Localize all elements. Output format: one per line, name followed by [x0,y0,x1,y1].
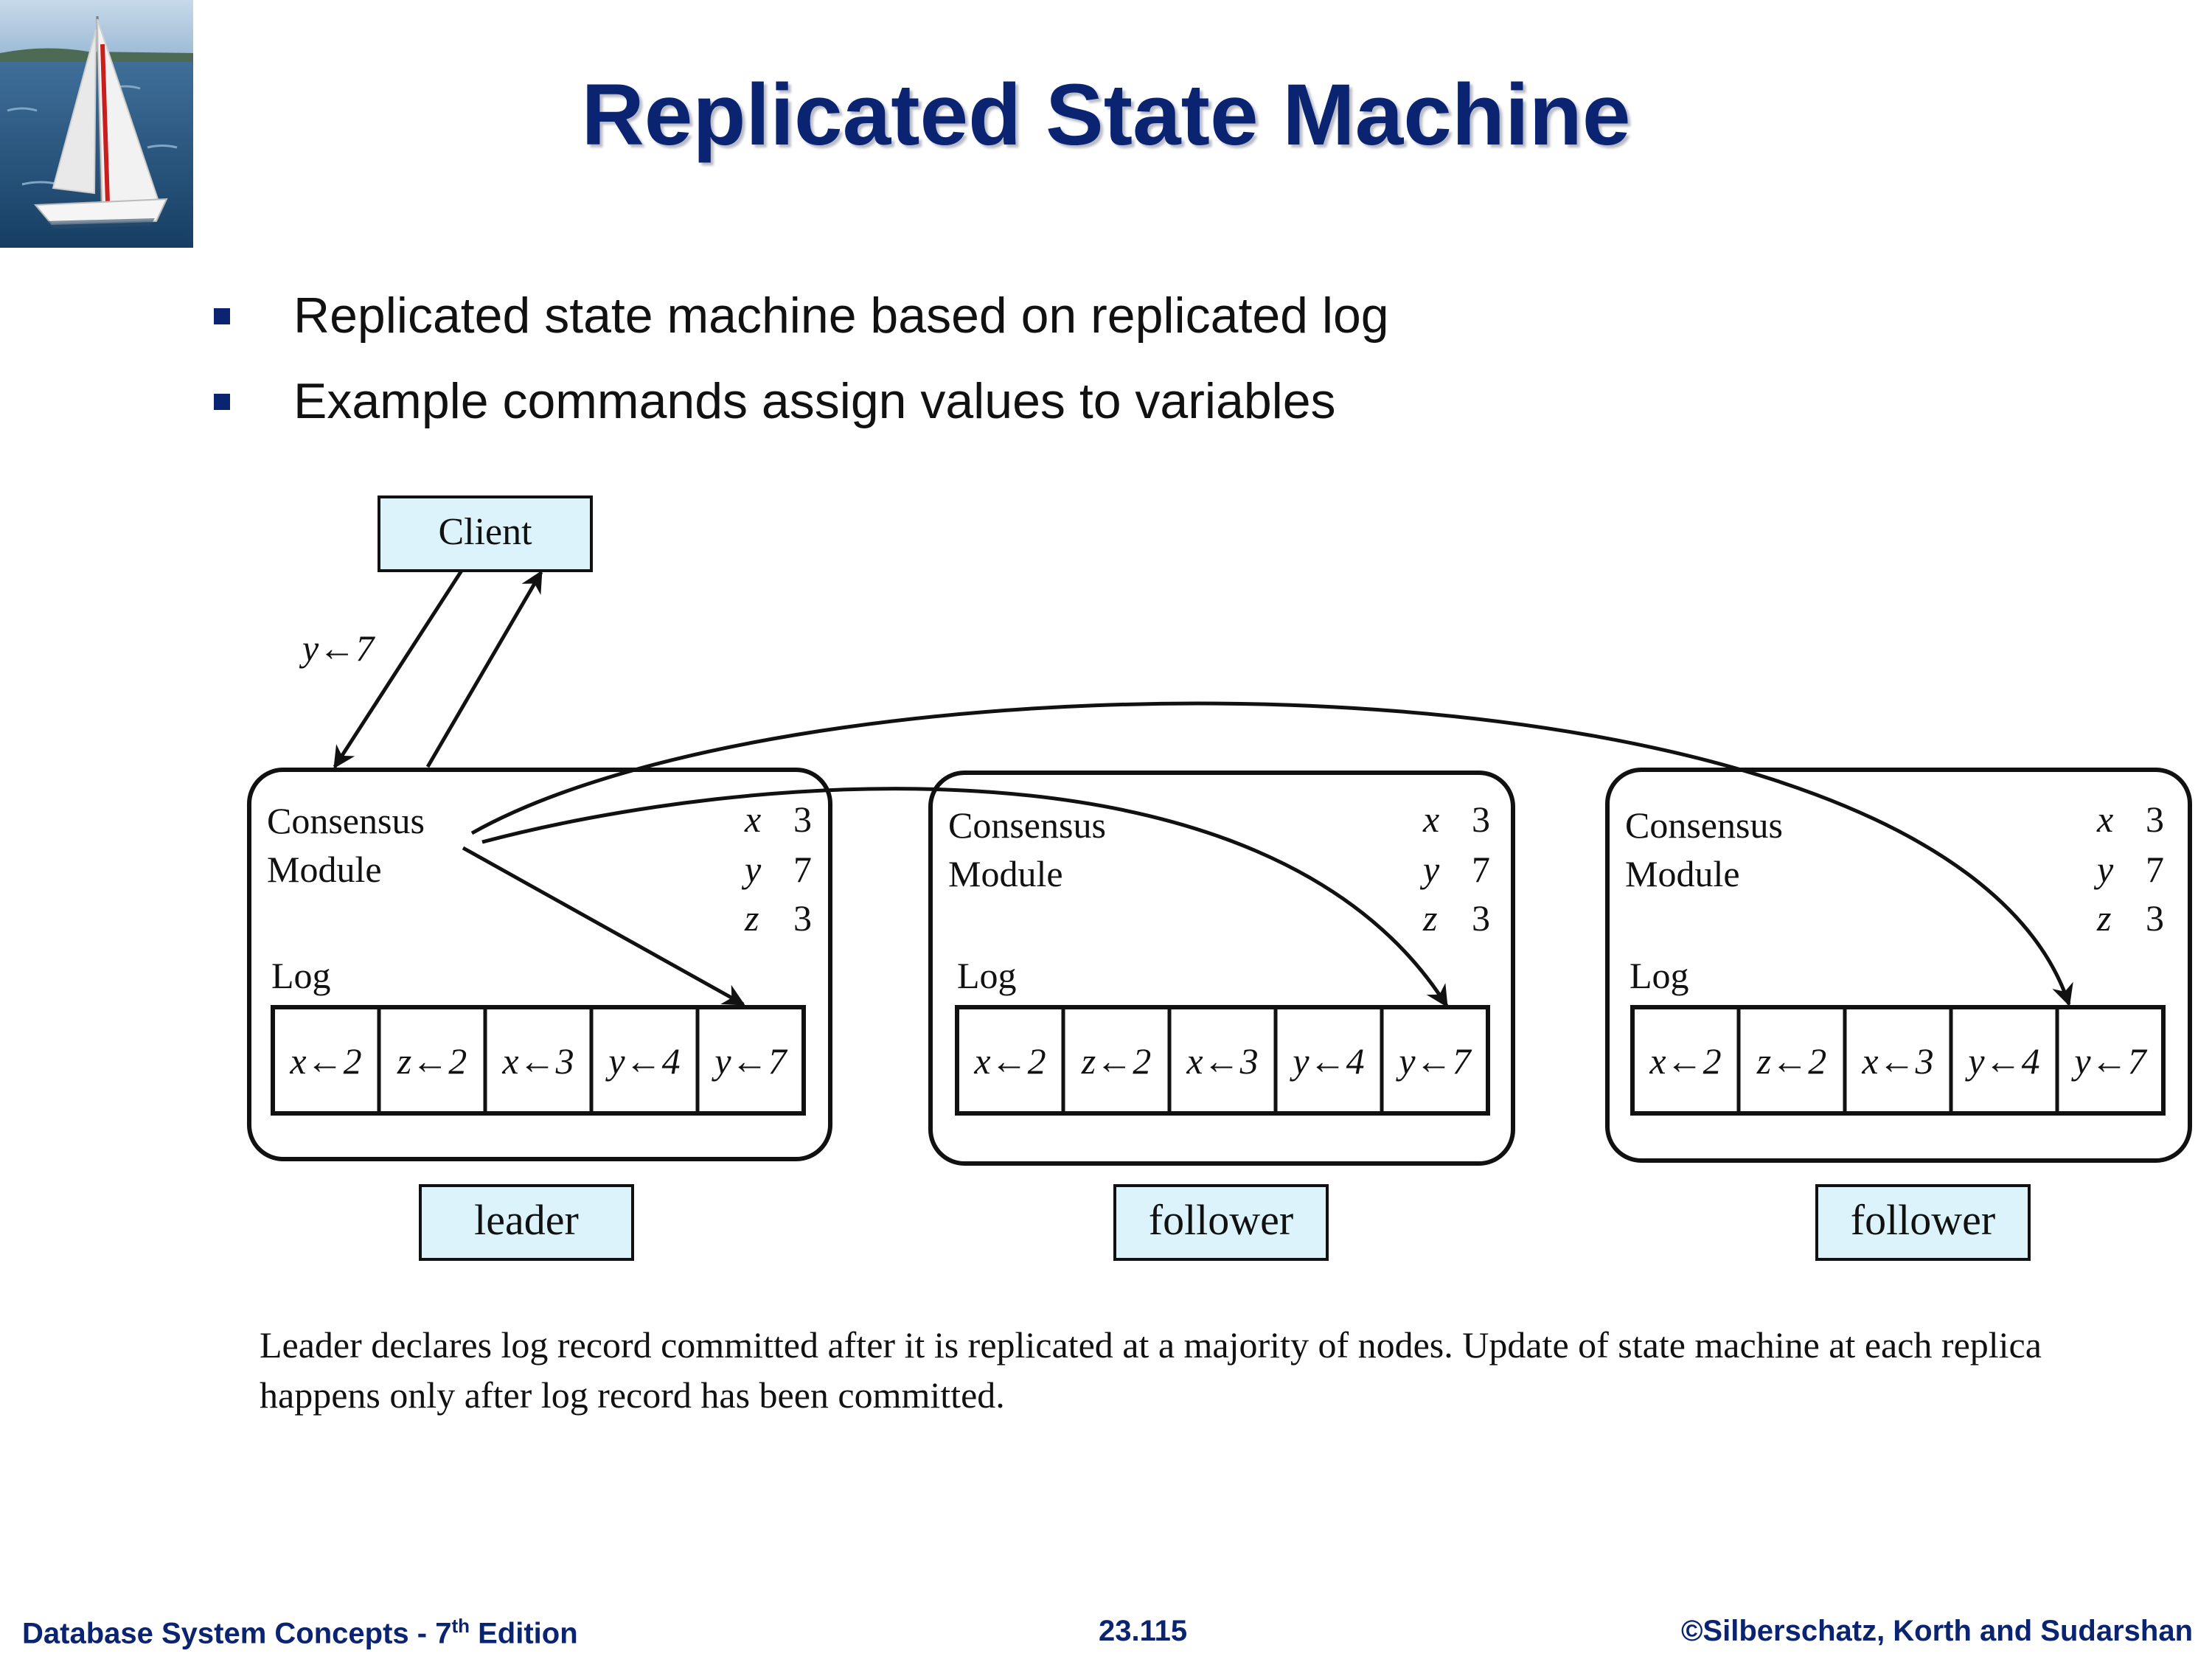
log-entry: y←4 [1964,1040,2039,1082]
slide-number: 23.115 [1099,1615,1188,1647]
request-arrow [333,569,464,769]
state-var: z [2096,897,2111,939]
state-var: y [2093,849,2114,890]
log-entry: y←4 [605,1040,680,1082]
state-value: 3 [793,799,812,840]
state-value: 3 [793,897,812,939]
log-entry: z←2 [1756,1040,1826,1082]
log-label: Log [1630,955,1689,996]
consensus-module-label: Module [267,849,382,890]
role-label: follower [1851,1196,1996,1244]
log-entry: x←2 [973,1040,1046,1082]
replicate-arrow-follower-2 [470,701,2073,1006]
state-var: y [1419,849,1440,890]
footer-copyright: ©Silberschatz, Korth and Sudarshan [1680,1615,2193,1647]
consensus-module-label: Consensus [948,804,1106,846]
log-entry: x←2 [1649,1040,1721,1082]
log-entry: y←7 [2070,1040,2147,1082]
state-var: y [741,849,762,890]
consensus-module-label: Consensus [1625,804,1783,846]
state-var: z [744,897,759,939]
state-value: 3 [2146,799,2164,840]
diagram-caption: Leader declares log record committed aft… [260,1324,2042,1416]
log-entry: z←2 [397,1040,467,1082]
log-entry: x←3 [1186,1040,1258,1082]
append-local-arrow [462,846,745,1006]
footer-book-title: Database System Concepts - 7th Edition [22,1615,578,1650]
log-entry: y←4 [1289,1040,1364,1082]
log-entry: x←2 [289,1040,361,1082]
state-value: 3 [1472,897,1490,939]
consensus-module-label: Module [948,853,1063,894]
state-value: 7 [2146,849,2164,890]
log-entry: y←7 [711,1040,787,1082]
role-label: leader [474,1196,579,1244]
role-label: follower [1149,1196,1294,1244]
consensus-module-label: Consensus [267,800,425,841]
log-label: Log [271,955,331,996]
state-var: z [1422,897,1437,939]
log-label: Log [957,955,1017,996]
log-entry: y←7 [1395,1040,1472,1082]
state-value: 3 [2146,897,2164,939]
state-value: 7 [793,849,812,890]
log-entry: x←3 [1861,1040,1933,1082]
response-arrow [425,570,543,768]
consensus-module-label: Module [1625,853,1740,894]
state-var: x [1422,799,1439,840]
request-label: y←7 [299,627,375,669]
client-label: Client [438,511,532,553]
state-value: 3 [1472,799,1490,840]
state-value: 7 [1472,849,1490,890]
log-entry: z←2 [1081,1040,1151,1082]
state-var: x [744,799,761,840]
log-entry: x←3 [501,1040,574,1082]
state-var: x [2096,799,2113,840]
